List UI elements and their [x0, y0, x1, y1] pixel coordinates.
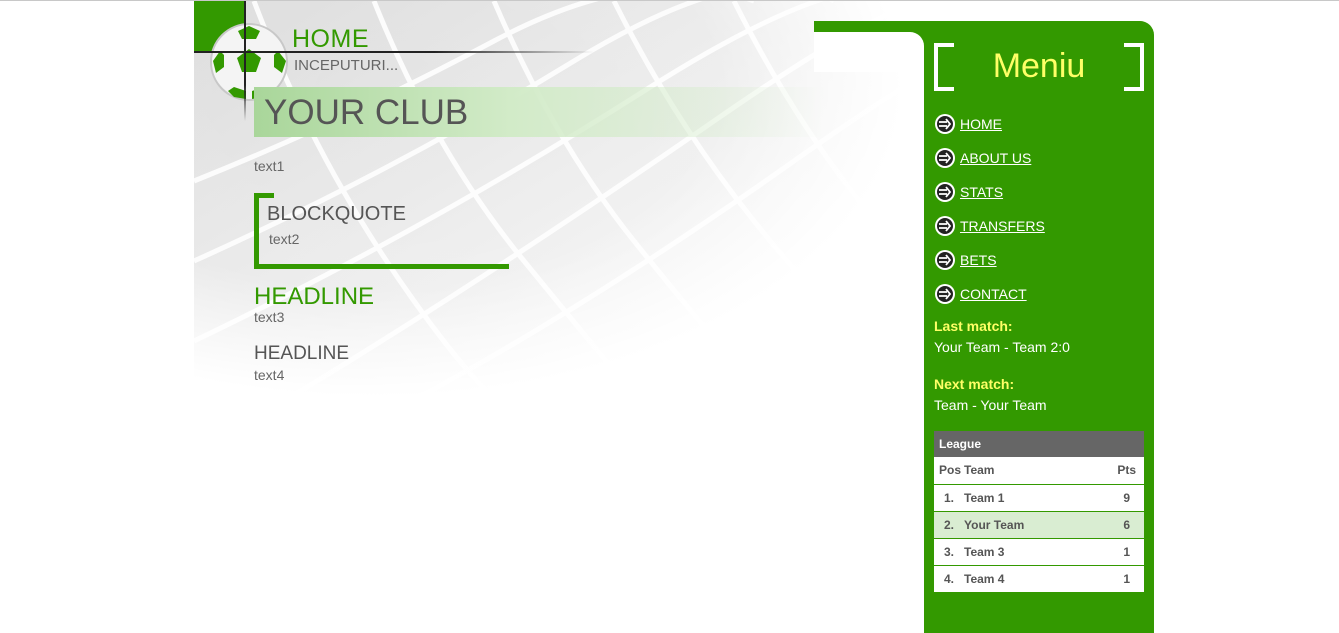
- league-columns: Pos Team Pts: [934, 457, 1144, 485]
- row-pos: 1.: [934, 484, 964, 512]
- headline-primary: HEADLINE: [254, 283, 375, 310]
- sidebar: Meniu HOME ABOUT US STATS TRANSFERS BETS…: [924, 21, 1154, 633]
- table-row: 3. Team 3 1: [934, 538, 1144, 566]
- next-match-text: Team - Your Team: [934, 397, 1047, 413]
- sidebar-tab-cutout: [814, 32, 924, 72]
- nav-label[interactable]: HOME: [960, 116, 1002, 132]
- nav-item-about-us[interactable]: ABOUT US: [934, 141, 1144, 175]
- row-pos: 3.: [934, 538, 964, 566]
- row-pts: 1: [1088, 538, 1144, 566]
- arrow-circle-icon: [935, 284, 955, 304]
- arrow-circle-icon: [935, 114, 955, 134]
- blockquote-corner: [259, 193, 274, 198]
- headline-secondary-text: text4: [254, 367, 285, 383]
- row-pos: 4.: [934, 565, 964, 593]
- header-rule-horizontal: [194, 51, 594, 53]
- column-pts: Pts: [1088, 457, 1144, 485]
- arrow-circle-icon: [935, 182, 955, 202]
- arrow-circle-icon: [935, 216, 955, 236]
- nav-item-transfers[interactable]: TRANSFERS: [934, 209, 1144, 243]
- last-match-text: Your Team - Team 2:0: [934, 339, 1070, 355]
- arrow-circle-icon: [935, 250, 955, 270]
- league-table: League Pos Team Pts 1. Team 1 9 2. Your …: [934, 431, 1144, 593]
- table-row: 1. Team 1 9: [934, 484, 1144, 512]
- nav-item-stats[interactable]: STATS: [934, 175, 1144, 209]
- blockquote-title: BLOCKQUOTE: [267, 203, 406, 225]
- headline-primary-text: text3: [254, 309, 285, 325]
- nav-label[interactable]: ABOUT US: [960, 150, 1031, 166]
- next-match-label: Next match:: [934, 376, 1015, 392]
- menu-title: Meniu: [992, 47, 1086, 85]
- nav-item-home[interactable]: HOME: [934, 107, 1144, 141]
- row-team: Team 3: [964, 538, 1089, 566]
- table-row: 4. Team 4 1: [934, 565, 1144, 593]
- club-banner: YOUR CLUB: [254, 87, 824, 137]
- page-subtitle: INCEPUTURI...: [294, 57, 399, 74]
- nav-label[interactable]: TRANSFERS: [960, 218, 1045, 234]
- row-team: Your Team: [964, 511, 1089, 539]
- page-title: HOME: [292, 25, 369, 53]
- league-title: League: [939, 437, 982, 451]
- row-pts: 6: [1088, 511, 1144, 539]
- league-table-header: League: [934, 431, 1144, 457]
- headline-secondary: HEADLINE: [254, 343, 350, 364]
- club-title: YOUR CLUB: [264, 93, 469, 132]
- row-team: Team 1: [964, 484, 1089, 512]
- row-pts: 1: [1088, 565, 1144, 593]
- blockquote-text: text2: [269, 231, 300, 247]
- nav-item-bets[interactable]: BETS: [934, 243, 1144, 277]
- row-pts: 9: [1088, 484, 1144, 512]
- intro-text: text1: [254, 158, 285, 174]
- header-rule-vertical: [244, 1, 246, 121]
- nav-label[interactable]: CONTACT: [960, 286, 1027, 302]
- column-team: Team: [964, 457, 1089, 485]
- blockquote: BLOCKQUOTE text2: [254, 193, 509, 269]
- nav-item-contact[interactable]: CONTACT: [934, 277, 1144, 311]
- sidebar-nav: HOME ABOUT US STATS TRANSFERS BETS CONTA…: [934, 107, 1144, 311]
- arrow-circle-icon: [935, 148, 955, 168]
- table-row-highlighted: 2. Your Team 6: [934, 511, 1144, 539]
- nav-label[interactable]: BETS: [960, 252, 997, 268]
- row-team: Team 4: [964, 565, 1089, 593]
- last-match-label: Last match:: [934, 318, 1013, 334]
- row-pos: 2.: [934, 511, 964, 539]
- nav-label[interactable]: STATS: [960, 184, 1003, 200]
- column-pos: Pos: [934, 457, 964, 485]
